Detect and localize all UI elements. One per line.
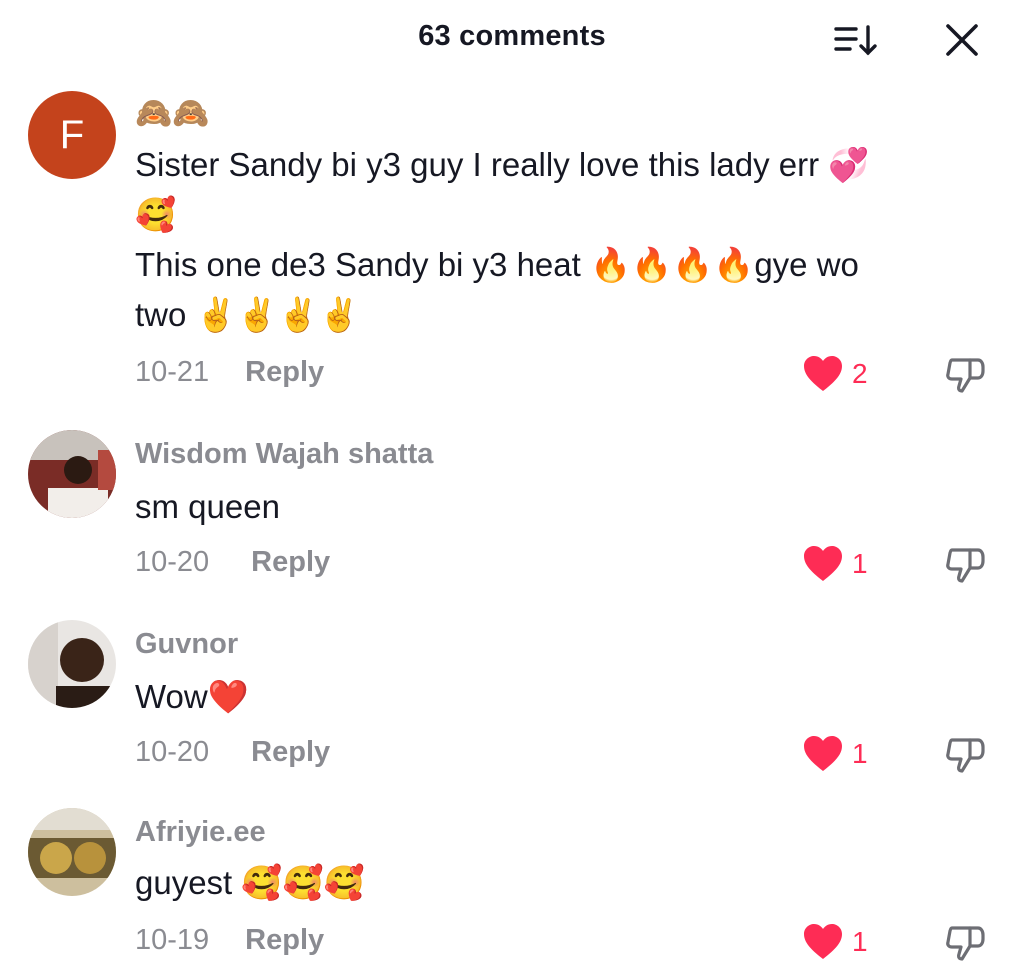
comment-username[interactable]: Afriyie.ee [135, 816, 266, 849]
comment-meta: 10-21 Reply [135, 356, 324, 389]
thumbs-down-icon [946, 358, 985, 393]
avatar-photo [28, 430, 116, 518]
comment-meta: 10-19 Reply [135, 924, 324, 957]
thumbs-down-icon [946, 738, 985, 773]
comment-meta: 10-20 Reply [135, 736, 330, 769]
dislike-button[interactable] [944, 544, 988, 584]
dislike-button[interactable] [944, 922, 988, 962]
comment-meta: 10-20 Reply [135, 546, 330, 579]
comment-date: 10-19 [135, 924, 210, 956]
comment-text-line: This one de3 Sandy bi y3 heat 🔥🔥🔥🔥gye wo [135, 246, 859, 283]
dislike-button[interactable] [944, 734, 988, 774]
reply-button[interactable]: Reply [245, 924, 324, 957]
comment-item: Afriyie.ee guyest 🥰🥰🥰 10-19 Reply 1 [0, 800, 1024, 976]
comment-item: Guvnor Wow❤️ 10-20 Reply 1 [0, 610, 1024, 800]
heart-icon [804, 736, 842, 771]
comment-text: guyest 🥰🥰🥰 [135, 864, 365, 901]
heart-icon [804, 356, 842, 391]
like-count: 1 [852, 738, 868, 769]
thumbs-down-icon [946, 548, 985, 583]
avatar[interactable] [28, 808, 116, 896]
comment-item: F 🙈🙈 Sister Sandy bi y3 guy I really lov… [0, 0, 1024, 420]
like-count: 1 [852, 926, 868, 957]
reply-button[interactable]: Reply [245, 356, 324, 389]
comment-date: 10-20 [135, 546, 210, 578]
like-count: 1 [852, 548, 868, 579]
comment-text-line: Sister Sandy bi y3 guy I really love thi… [135, 146, 870, 183]
avatar-photo [28, 808, 116, 896]
comment-username[interactable]: 🙈🙈 [135, 96, 210, 131]
heart-icon [804, 546, 842, 581]
comment-text: Wow❤️ [135, 678, 249, 715]
thumbs-down-icon [946, 926, 985, 961]
comment-username[interactable]: Guvnor [135, 628, 238, 661]
comment-date: 10-20 [135, 736, 210, 768]
reply-button[interactable]: Reply [251, 546, 330, 579]
comment-text: Sister Sandy bi y3 guy I really love thi… [135, 140, 985, 340]
like-count: 2 [852, 358, 868, 389]
comment-username[interactable]: Wisdom Wajah shatta [135, 438, 433, 471]
heart-icon [804, 924, 842, 959]
comment-text-line: 🥰 [135, 196, 177, 233]
comment-text-line: two ✌️✌️✌️✌️ [135, 296, 360, 333]
comment-item: Wisdom Wajah shatta sm queen 10-20 Reply … [0, 420, 1024, 610]
comment-date: 10-21 [135, 356, 210, 388]
avatar[interactable] [28, 430, 116, 518]
reply-button[interactable]: Reply [251, 736, 330, 769]
comment-text: sm queen [135, 488, 280, 525]
avatar[interactable]: F [28, 91, 116, 179]
avatar-photo [28, 620, 116, 708]
dislike-button[interactable] [944, 354, 988, 394]
avatar[interactable] [28, 620, 116, 708]
comments-panel: 63 comments F 🙈🙈 Sister Sandy bi y3 guy … [0, 0, 1024, 976]
